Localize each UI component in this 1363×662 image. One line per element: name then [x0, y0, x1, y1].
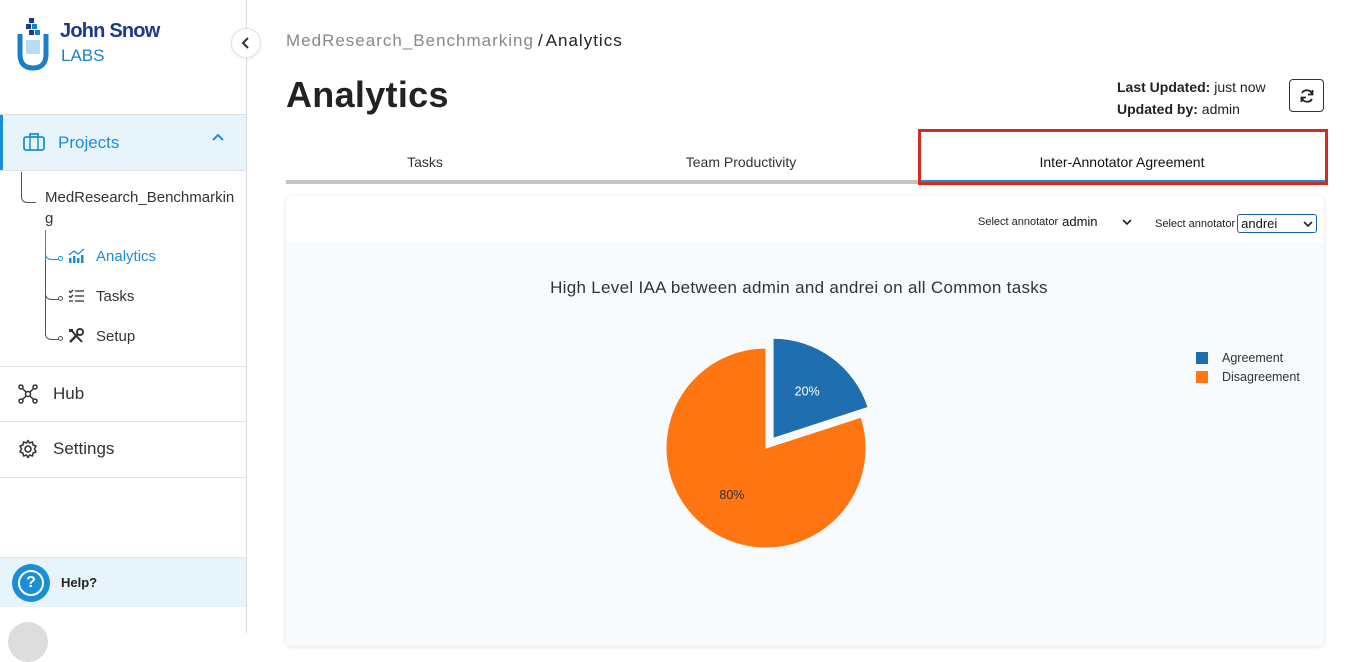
main-content: MedResearch_Benchmarking / Analytics Analy… — [247, 0, 1347, 646]
annotator-b-select[interactable]: andrei — [1237, 214, 1318, 233]
breadcrumb-separator: / — [537, 31, 544, 50]
sidebar-item-label: Hub — [53, 384, 85, 403]
sidebar-item-label: Setup — [96, 327, 136, 345]
sidebar-item-hub[interactable]: Hub — [0, 367, 246, 421]
tree-connector — [45, 320, 59, 340]
chevron-up-icon[interactable] — [211, 132, 225, 142]
chart-legend: Agreement Disagreement — [1196, 348, 1300, 386]
help-label: Help? — [61, 575, 98, 590]
tab-underline — [286, 180, 918, 184]
analytics-icon — [68, 248, 85, 263]
avatar[interactable] — [8, 622, 48, 662]
last-updated-info: Last Updated: just now Updated by: admin — [1117, 76, 1266, 120]
tree-connector — [21, 172, 36, 203]
legend-swatch — [1196, 370, 1208, 383]
sidebar-item-projects[interactable]: Projects — [0, 115, 246, 170]
hub-icon — [18, 384, 38, 404]
pie-chart: 20% 80% — [665, 337, 869, 549]
sidebar-item-label: Settings — [53, 439, 115, 458]
iaa-card: Select annotator admin Select annotator … — [286, 196, 1324, 646]
annotator-b-label: Select annotator — [1155, 217, 1236, 230]
sidebar-item-analytics[interactable]: Analytics — [68, 246, 156, 266]
breadcrumb-project-link[interactable]: MedResearch_Benchmarking — [286, 31, 534, 50]
briefcase-icon — [23, 133, 45, 151]
collapse-sidebar-button[interactable] — [231, 28, 261, 58]
sidebar: John Snow LABS Projects MedResearch_Benc… — [0, 0, 261, 662]
tree-connector — [45, 280, 59, 300]
legend-label: Agreement — [1222, 350, 1284, 365]
john-snow-labs-logo[interactable]: John Snow LABS — [14, 14, 174, 74]
breadcrumb-current: Analytics — [545, 31, 623, 50]
last-updated-value: just now — [1214, 79, 1266, 95]
sidebar-item-label: Projects — [58, 132, 120, 152]
pie-slice-label: 20% — [795, 384, 820, 398]
logo-icon — [17, 18, 49, 71]
chevron-down-icon — [1121, 218, 1132, 225]
legend-item-agreement[interactable]: Agreement — [1196, 348, 1300, 367]
setup-icon — [69, 328, 84, 343]
annotator-a-label: Select annotator — [978, 215, 1059, 228]
sidebar-item-settings[interactable]: Settings — [0, 422, 246, 476]
sidebar-divider — [0, 477, 246, 478]
annotator-b-selector[interactable]: Select annotator andrei — [1155, 214, 1318, 233]
annotator-a-value[interactable]: admin — [1062, 214, 1097, 229]
chevron-down-icon — [1303, 220, 1313, 227]
help-button[interactable]: ? Help? — [0, 557, 246, 607]
legend-label: Disagreement — [1222, 369, 1300, 384]
chart-plot-area: High Level IAA between admin and andrei … — [286, 242, 1324, 646]
sidebar-item-setup[interactable]: Setup — [68, 326, 135, 346]
tasks-icon — [68, 289, 84, 302]
updated-by-value: admin — [1201, 101, 1240, 117]
logo-text-primary: John Snow — [60, 20, 160, 42]
annotator-b-value: andrei — [1241, 216, 1278, 231]
sidebar-item-label: Analytics — [96, 247, 157, 265]
page-title: Analytics — [286, 74, 449, 115]
updated-by-label: Updated by: — [1117, 101, 1198, 117]
tree-node-dot — [58, 336, 63, 341]
sidebar-divider — [0, 170, 246, 171]
pie-slice-label: 80% — [719, 488, 744, 502]
tab-tasks[interactable]: Tasks — [286, 140, 564, 184]
gear-icon — [19, 439, 37, 459]
tree-connector — [45, 240, 59, 260]
tab-highlight-annotation — [918, 129, 1328, 185]
sidebar-project-name[interactable]: MedResearch_Benchmarking — [45, 187, 240, 229]
last-updated-label: Last Updated: — [1117, 79, 1211, 95]
tab-team-productivity[interactable]: Team Productivity — [564, 140, 918, 184]
refresh-icon — [1300, 88, 1313, 103]
legend-item-disagreement[interactable]: Disagreement — [1196, 367, 1300, 386]
help-icon: ? — [12, 564, 50, 602]
chevron-left-icon — [241, 37, 249, 49]
annotator-a-selector[interactable]: Select annotator admin — [978, 214, 1132, 229]
breadcrumb: MedResearch_Benchmarking / Analytics — [286, 31, 623, 51]
refresh-button[interactable] — [1289, 79, 1324, 112]
legend-swatch — [1196, 351, 1208, 364]
logo-text-secondary: LABS — [61, 46, 105, 65]
sidebar-item-tasks[interactable]: Tasks — [68, 286, 134, 306]
tree-node-dot — [58, 296, 63, 301]
tree-node-dot — [58, 256, 63, 261]
sidebar-item-label: Tasks — [96, 287, 135, 305]
